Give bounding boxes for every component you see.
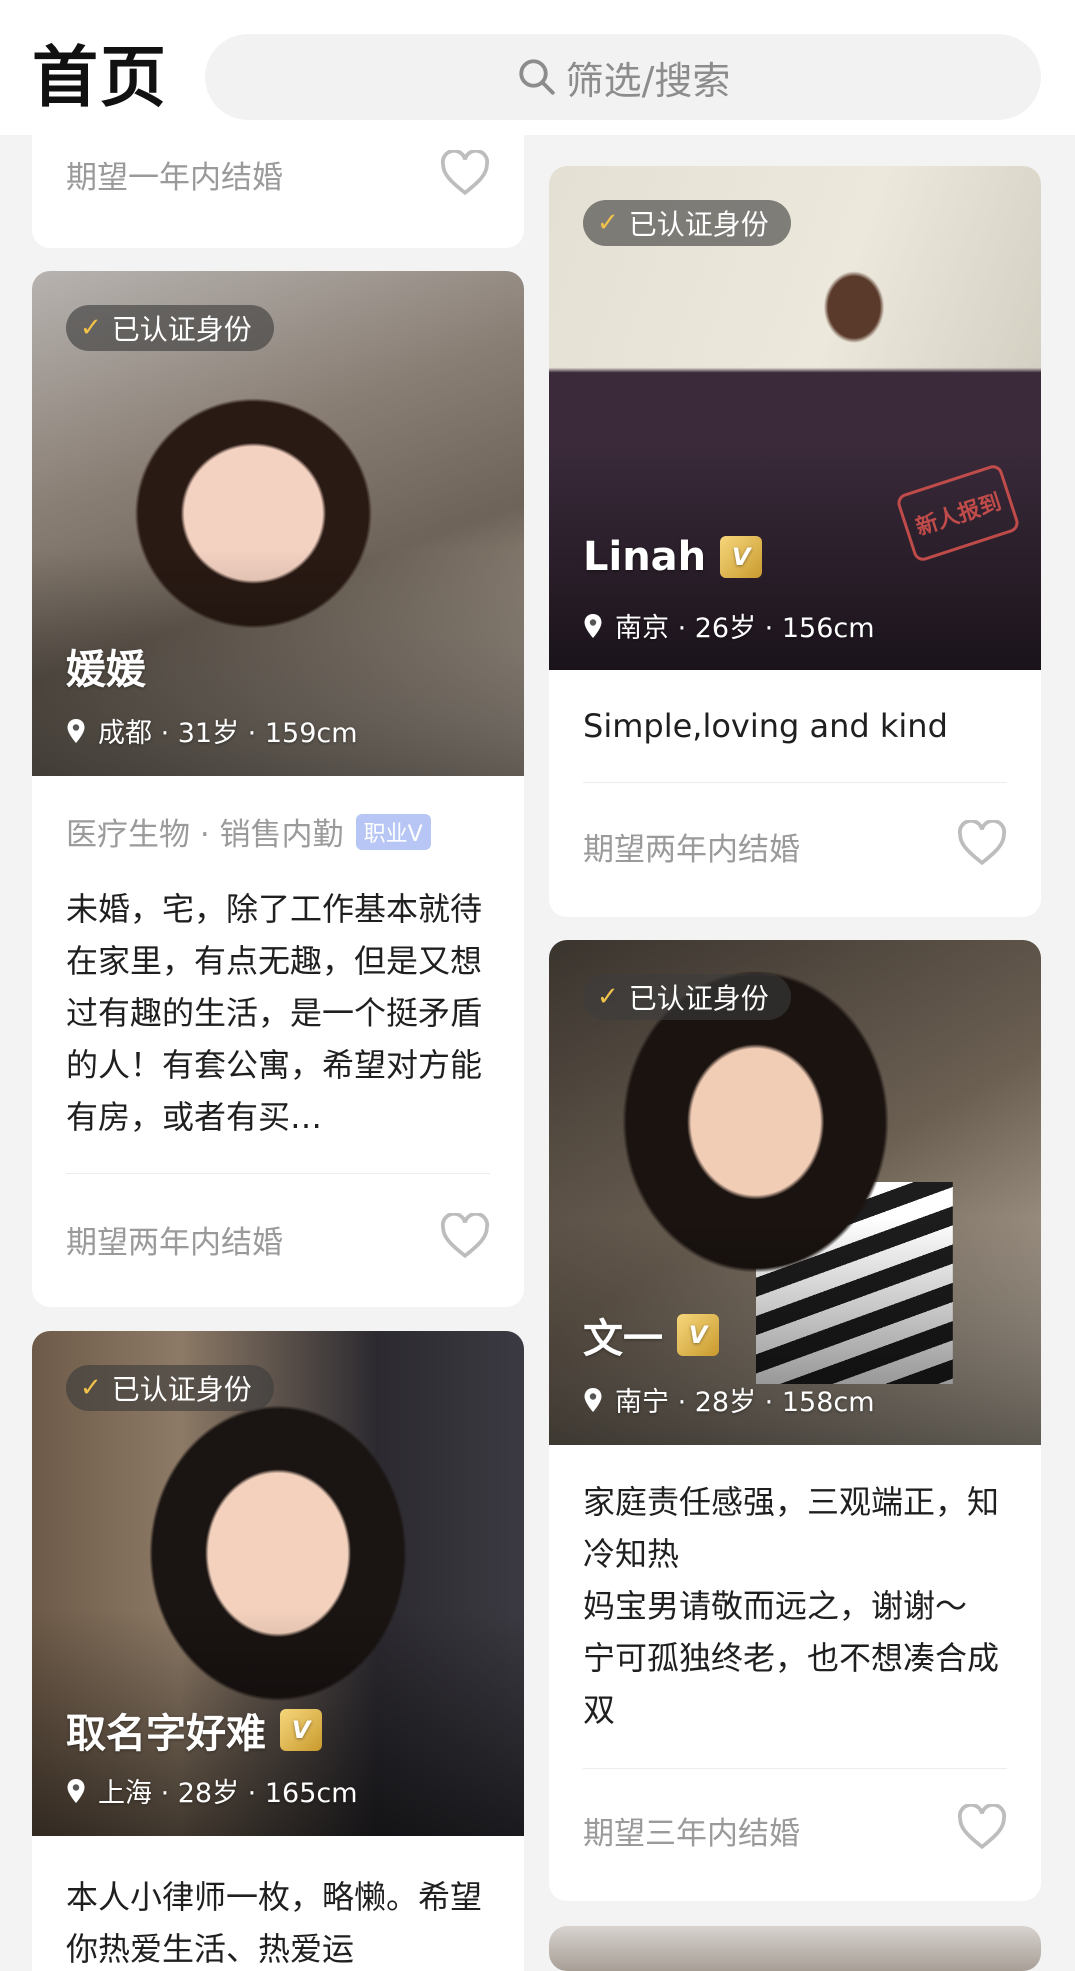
profile-photo[interactable]: ✓ 已认证身份 取名字好难 V 上海 · 28岁 · 165cm [32, 1331, 524, 1836]
profile-photo[interactable]: ✓ 已认证身份 媛媛 成都 · 31岁 · 159cm [32, 271, 524, 776]
job-title: 医疗生物 · 销售内勤 [66, 817, 344, 853]
verified-label: 已认证身份 [628, 208, 769, 241]
check-icon: ✓ [80, 313, 102, 343]
profile-photo[interactable]: ✓ 已认证身份 文一 V 南宁 · 28岁 · 158cm [549, 940, 1041, 1445]
profile-photo[interactable] [549, 1926, 1041, 1971]
profile-photo[interactable]: ✓ 已认证身份 新人报到 Linah V 南京 · 26岁 · 156cm [549, 166, 1041, 670]
heart-icon[interactable] [957, 820, 1007, 866]
heart-icon[interactable] [440, 150, 490, 196]
divider [66, 1173, 490, 1174]
heart-icon[interactable] [957, 1804, 1007, 1850]
vip-badge-icon: V [677, 1314, 719, 1356]
profile-name-row: 媛媛 [66, 637, 146, 695]
check-icon: ✓ [80, 1373, 102, 1403]
verified-badge: ✓ 已认证身份 [66, 305, 274, 351]
profile-name-row: 取名字好难 V [66, 1701, 322, 1759]
vip-badge-icon: V [720, 536, 763, 578]
location-pin-icon [584, 1387, 602, 1412]
marriage-expectation: 期望两年内结婚 [583, 832, 800, 868]
verified-label: 已认证身份 [111, 1373, 252, 1406]
verified-badge: ✓ 已认证身份 [583, 974, 791, 1020]
marriage-expectation: 期望三年内结婚 [583, 1816, 800, 1852]
profile-location: 上海 · 28岁 · 165cm [98, 1778, 358, 1809]
profile-description: 本人小律师一枚，略懒。希望你热爱生活、热爱运 [66, 1878, 483, 1968]
profile-location: 南京 · 26岁 · 156cm [615, 613, 875, 644]
profile-card[interactable]: ✓ 已认证身份 取名字好难 V 上海 · 28岁 · 165cm 本人小律师一枚，略… [32, 1331, 524, 1971]
location-pin-icon [584, 613, 602, 638]
profile-description: Simple,loving and kind [583, 707, 948, 745]
profile-card[interactable]: ✓ 已认证身份 媛媛 成都 · 31岁 · 159cm 医疗生物 · 销售内勤 职… [32, 271, 524, 1307]
page-title: 首页 [32, 39, 168, 116]
profile-name: 文一 [583, 1316, 663, 1362]
location-pin-icon [67, 718, 85, 743]
profile-card[interactable]: ✓ 已认证身份 新人报到 Linah V 南京 · 26岁 · 156cm Simp… [549, 166, 1041, 917]
profile-card[interactable] [549, 1926, 1041, 1971]
verified-label: 已认证身份 [111, 313, 252, 346]
verified-badge: ✓ 已认证身份 [66, 1365, 274, 1411]
profile-card[interactable]: ✓ 已认证身份 文一 V 南宁 · 28岁 · 158cm 家庭责任感强，三观端正，… [549, 940, 1041, 1901]
profile-name-row: Linah V [583, 534, 763, 580]
profile-meta: 南京 · 26岁 · 156cm [583, 606, 875, 645]
profile-name-row: 文一 V [583, 1306, 719, 1364]
job-verified-badge: 职业V [355, 813, 431, 850]
vip-badge-icon: V [280, 1709, 322, 1751]
profile-name: 媛媛 [66, 647, 146, 693]
check-icon: ✓ [597, 982, 619, 1012]
divider [583, 782, 1007, 783]
profile-location: 南宁 · 28岁 · 158cm [615, 1387, 875, 1418]
top-bar: 首页 筛选/搜索 [0, 0, 1075, 135]
search-bar[interactable]: 筛选/搜索 [205, 34, 1041, 120]
profile-meta: 成都 · 31岁 · 159cm [66, 711, 358, 750]
location-pin-icon [67, 1778, 85, 1803]
verified-label: 已认证身份 [628, 982, 769, 1015]
marriage-expectation: 期望两年内结婚 [66, 1225, 283, 1261]
search-placeholder: 筛选/搜索 [565, 58, 731, 103]
profile-meta: 上海 · 28岁 · 165cm [66, 1771, 358, 1810]
profile-name: 取名字好难 [66, 1711, 266, 1757]
profile-name: Linah [583, 534, 707, 580]
divider [583, 1768, 1007, 1769]
profile-location: 成都 · 31岁 · 159cm [98, 718, 358, 749]
job-info: 医疗生物 · 销售内勤 职业V [66, 809, 431, 854]
heart-icon[interactable] [440, 1213, 490, 1259]
search-icon [518, 59, 555, 95]
profile-description: 未婚，宅，除了工作基本就待在家里，有点无趣，但是又想过有趣的生活，是一个挺矛盾的… [66, 890, 483, 1136]
profile-description: 家庭责任感强，三观端正，知冷知热 妈宝男请敬而远之，谢谢～ 宁可孤独终老，也不想… [583, 1483, 1000, 1729]
check-icon: ✓ [597, 208, 619, 238]
verified-badge: ✓ 已认证身份 [583, 200, 791, 246]
profile-meta: 南宁 · 28岁 · 158cm [583, 1380, 875, 1419]
marriage-expectation: 期望一年内结婚 [66, 160, 283, 196]
